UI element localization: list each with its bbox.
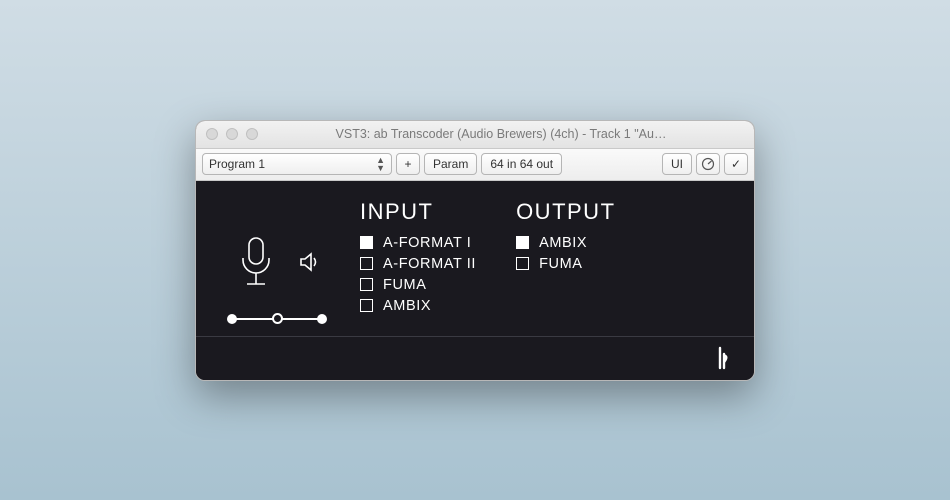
input-option[interactable]: FUMA <box>360 277 476 293</box>
zoom-icon[interactable] <box>246 128 258 140</box>
option-label: AMBIX <box>539 235 587 251</box>
speaker-icon <box>297 250 321 274</box>
titlebar[interactable]: VST3: ab Transcoder (Audio Brewers) (4ch… <box>196 121 754 149</box>
plugin-window: VST3: ab Transcoder (Audio Brewers) (4ch… <box>195 120 755 381</box>
option-columns: INPUT A-FORMAT I A-FORMAT II FUMA AMBIX <box>360 199 728 326</box>
footer <box>196 336 754 380</box>
toolbar: Program 1 ▲▼ + Param 64 in 64 out UI ✓ <box>196 149 754 181</box>
add-program-button[interactable]: + <box>396 153 420 175</box>
microphone-icon <box>233 234 279 290</box>
knob-button[interactable] <box>696 153 720 175</box>
output-heading: OUTPUT <box>516 199 615 225</box>
slider[interactable] <box>227 312 327 326</box>
brand-logo-icon <box>708 344 736 372</box>
updown-icon: ▲▼ <box>376 156 385 172</box>
program-label: Program 1 <box>209 157 265 171</box>
traffic-lights <box>206 128 258 140</box>
close-icon[interactable] <box>206 128 218 140</box>
slider-node <box>227 314 237 324</box>
window-title: VST3: ab Transcoder (Audio Brewers) (4ch… <box>258 127 744 141</box>
slider-node <box>317 314 327 324</box>
option-label: A-FORMAT II <box>383 256 476 272</box>
checkbox-icon <box>516 236 529 249</box>
option-label: AMBIX <box>383 298 431 314</box>
checkbox-icon <box>360 236 373 249</box>
io-button[interactable]: 64 in 64 out <box>481 153 562 175</box>
input-heading: INPUT <box>360 199 476 225</box>
option-label: FUMA <box>383 277 426 293</box>
input-option[interactable]: AMBIX <box>360 298 476 314</box>
checkbox-icon <box>516 257 529 270</box>
input-column: INPUT A-FORMAT I A-FORMAT II FUMA AMBIX <box>360 199 476 326</box>
confirm-button[interactable]: ✓ <box>724 153 748 175</box>
input-option[interactable]: A-FORMAT I <box>360 235 476 251</box>
slider-handle[interactable] <box>272 313 283 324</box>
option-label: A-FORMAT I <box>383 235 471 251</box>
knob-icon <box>701 157 715 171</box>
input-option[interactable]: A-FORMAT II <box>360 256 476 272</box>
checkbox-icon <box>360 299 373 312</box>
program-select[interactable]: Program 1 ▲▼ <box>202 153 392 175</box>
checkbox-icon <box>360 278 373 291</box>
output-option[interactable]: AMBIX <box>516 235 615 251</box>
option-label: FUMA <box>539 256 582 272</box>
ui-button[interactable]: UI <box>662 153 692 175</box>
param-button[interactable]: Param <box>424 153 477 175</box>
minimize-icon[interactable] <box>226 128 238 140</box>
output-option[interactable]: FUMA <box>516 256 615 272</box>
output-column: OUTPUT AMBIX FUMA <box>516 199 615 326</box>
checkbox-icon <box>360 257 373 270</box>
left-icon-panel <box>222 199 332 326</box>
plugin-body: INPUT A-FORMAT I A-FORMAT II FUMA AMBIX <box>196 181 754 336</box>
